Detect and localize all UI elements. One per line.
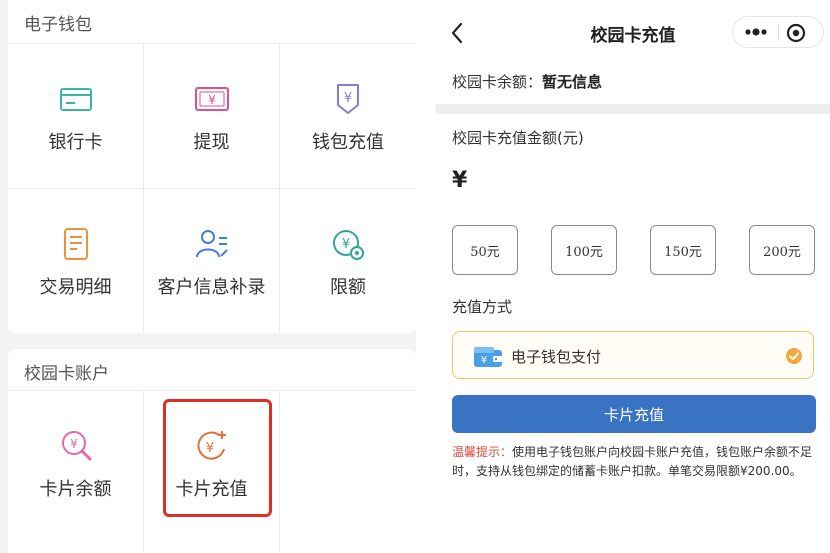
- wallet-item-label: 客户信息补录: [157, 277, 266, 298]
- wallet-grid: 银行卡 ¥ 提现 ¥ 钱包充值 交易明细 客户信息补录 ¥ 限额: [8, 43, 416, 333]
- wallet-pay-icon: ¥: [474, 347, 502, 367]
- close-miniprogram-icon[interactable]: [785, 22, 807, 44]
- limit-icon: ¥: [333, 230, 364, 260]
- cash-withdraw-icon: ¥: [194, 87, 229, 111]
- campus-item-empty: [280, 391, 416, 553]
- svg-text:¥: ¥: [70, 437, 78, 451]
- bank-card-icon: [59, 88, 92, 111]
- transaction-detail-icon: [63, 228, 88, 260]
- payment-method-label: 充值方式: [452, 298, 513, 316]
- amount-option-150[interactable]: 150元: [650, 225, 716, 275]
- wallet-item-bank-card[interactable]: 银行卡: [8, 44, 144, 189]
- tips-text: 温馨提示：使用电子钱包账户向校园卡账户充值，钱包账户余额不足时，支持从钱包绑定的…: [452, 443, 818, 481]
- wallet-recharge-icon: ¥: [337, 84, 359, 114]
- mini-program-capsule: [732, 16, 824, 48]
- selected-check-icon: [786, 348, 802, 364]
- amount-option-200[interactable]: 200元: [749, 225, 815, 275]
- amount-input[interactable]: ¥: [452, 168, 467, 193]
- balance-value: 暂无信息: [542, 73, 603, 91]
- more-dots-icon[interactable]: [739, 22, 773, 42]
- nav-bar: 校园卡充值: [436, 0, 830, 62]
- wallet-item-label: 提现: [193, 132, 230, 153]
- wallet-item-label: 交易明细: [39, 277, 112, 298]
- card-recharge-button[interactable]: 卡片充值: [452, 395, 816, 433]
- tips-title: 温馨提示：: [452, 445, 513, 459]
- customer-info-icon: [195, 230, 228, 258]
- campus-recharge-page: 校园卡充值 校园卡余额：暂无信息 校园卡充值金额(元) ¥ 50元 100元 1…: [436, 0, 830, 553]
- recharge-amount-label: 校园卡充值金额(元): [452, 129, 584, 147]
- campus-section-title: 校园卡账户: [24, 364, 109, 384]
- card-balance-row: 校园卡余额：暂无信息: [452, 71, 602, 92]
- highlight-box: [163, 399, 272, 517]
- wallet-item-transactions[interactable]: 交易明细: [8, 189, 144, 333]
- wallet-section: 电子钱包 银行卡 ¥ 提现 ¥ 钱包充值 交易明细 客户信息补录 ¥ 限额: [8, 0, 416, 333]
- capsule-divider: [778, 24, 779, 41]
- wallet-item-label: 限额: [330, 277, 366, 298]
- card-balance-icon: ¥: [61, 431, 91, 461]
- wallet-item-label: 银行卡: [48, 132, 103, 153]
- svg-text:¥: ¥: [481, 355, 487, 366]
- payment-option-wallet[interactable]: ¥ 电子钱包支付: [452, 331, 814, 379]
- campus-item-card-balance[interactable]: ¥ 卡片余额: [8, 391, 144, 553]
- svg-text:¥: ¥: [208, 93, 216, 107]
- svg-text:¥: ¥: [344, 91, 352, 106]
- wallet-item-limit[interactable]: ¥ 限额: [280, 189, 416, 333]
- section-divider: [436, 104, 830, 114]
- campus-item-label: 卡片余额: [39, 479, 112, 500]
- svg-text:¥: ¥: [342, 237, 350, 252]
- amount-option-50[interactable]: 50元: [452, 225, 518, 275]
- wallet-section-title: 电子钱包: [24, 15, 92, 35]
- wallet-item-recharge[interactable]: ¥ 钱包充值: [280, 44, 416, 189]
- amount-option-100[interactable]: 100元: [551, 225, 617, 275]
- payment-option-label: 电子钱包支付: [511, 348, 602, 366]
- wallet-item-customer-info[interactable]: 客户信息补录: [144, 189, 280, 333]
- wallet-item-label: 钱包充值: [312, 132, 384, 153]
- wallet-item-withdraw[interactable]: ¥ 提现: [144, 44, 280, 189]
- service-menu-panel: 电子钱包 银行卡 ¥ 提现 ¥ 钱包充值 交易明细 客户信息补录 ¥ 限额 校园…: [0, 0, 416, 553]
- balance-label: 校园卡余额：: [452, 73, 543, 91]
